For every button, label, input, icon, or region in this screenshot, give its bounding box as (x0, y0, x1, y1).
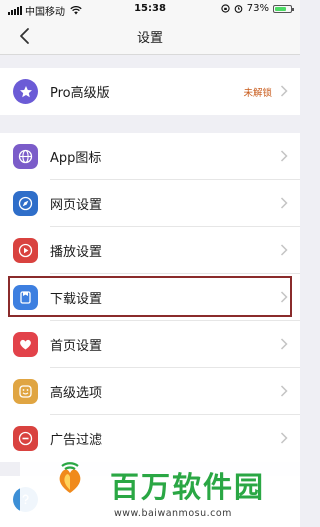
chevron-right-icon (280, 85, 288, 97)
chevron-right-icon (280, 150, 288, 162)
battery-percent: 73% (246, 3, 269, 14)
settings-item-web[interactable]: 网页设置 (0, 180, 300, 227)
settings-item-label: 网页设置 (50, 198, 103, 213)
chevron-right-icon (280, 197, 288, 209)
chevron-right-icon (280, 385, 288, 397)
pro-label: Pro高级版 (50, 86, 110, 101)
watermark: 百万软件园 www.baiwanmosu.com (20, 452, 300, 527)
download-icon (13, 285, 38, 310)
play-icon (13, 238, 38, 263)
pro-section: Pro高级版 未解锁 (0, 68, 300, 115)
chevron-right-icon (280, 432, 288, 444)
settings-item-label: 播放设置 (50, 245, 103, 260)
status-bar: 中国移动 15:38 73% (0, 0, 300, 18)
battery-icon (273, 4, 294, 13)
settings-item-app-icon[interactable]: App图标 (0, 133, 300, 180)
battery-level (275, 6, 286, 11)
settings-item-label: 高级选项 (50, 386, 103, 401)
chevron-right-icon (280, 244, 288, 256)
settings-item-advanced[interactable]: 高级选项 (0, 368, 300, 415)
settings-item-label: App图标 (50, 151, 102, 166)
smile-icon (13, 379, 38, 404)
settings-item-label: 下载设置 (50, 292, 103, 307)
settings-item-label: 首页设置 (50, 339, 103, 354)
locked-status-badge: 未解锁 (243, 87, 272, 99)
minus-circle-icon (13, 426, 38, 451)
watermark-title: 百万软件园 (110, 470, 266, 504)
chevron-right-icon (280, 338, 288, 350)
settings-item-playback[interactable]: 播放设置 (0, 227, 300, 274)
watermark-logo-icon (59, 462, 81, 493)
settings-item-download[interactable]: 下载设置 (0, 274, 300, 321)
globe-icon (13, 144, 38, 169)
settings-list: App图标 网页设置 播放设置 下载设置 首页设置 高级选项 广告过滤 (0, 133, 300, 462)
pro-upgrade-row[interactable]: Pro高级版 未解锁 (0, 68, 300, 115)
page-title: 设置 (136, 31, 163, 46)
rotation-lock-icon (221, 4, 230, 13)
alarm-icon (234, 5, 243, 13)
navigation-bar: 设置 (0, 18, 300, 55)
star-icon (13, 79, 38, 104)
heart-icon (13, 332, 38, 357)
watermark-url: www.baiwanmosu.com (114, 508, 232, 519)
settings-item-home[interactable]: 首页设置 (0, 321, 300, 368)
compass-icon (13, 191, 38, 216)
chevron-right-icon (280, 291, 288, 303)
settings-item-label: 广告过滤 (50, 433, 103, 448)
